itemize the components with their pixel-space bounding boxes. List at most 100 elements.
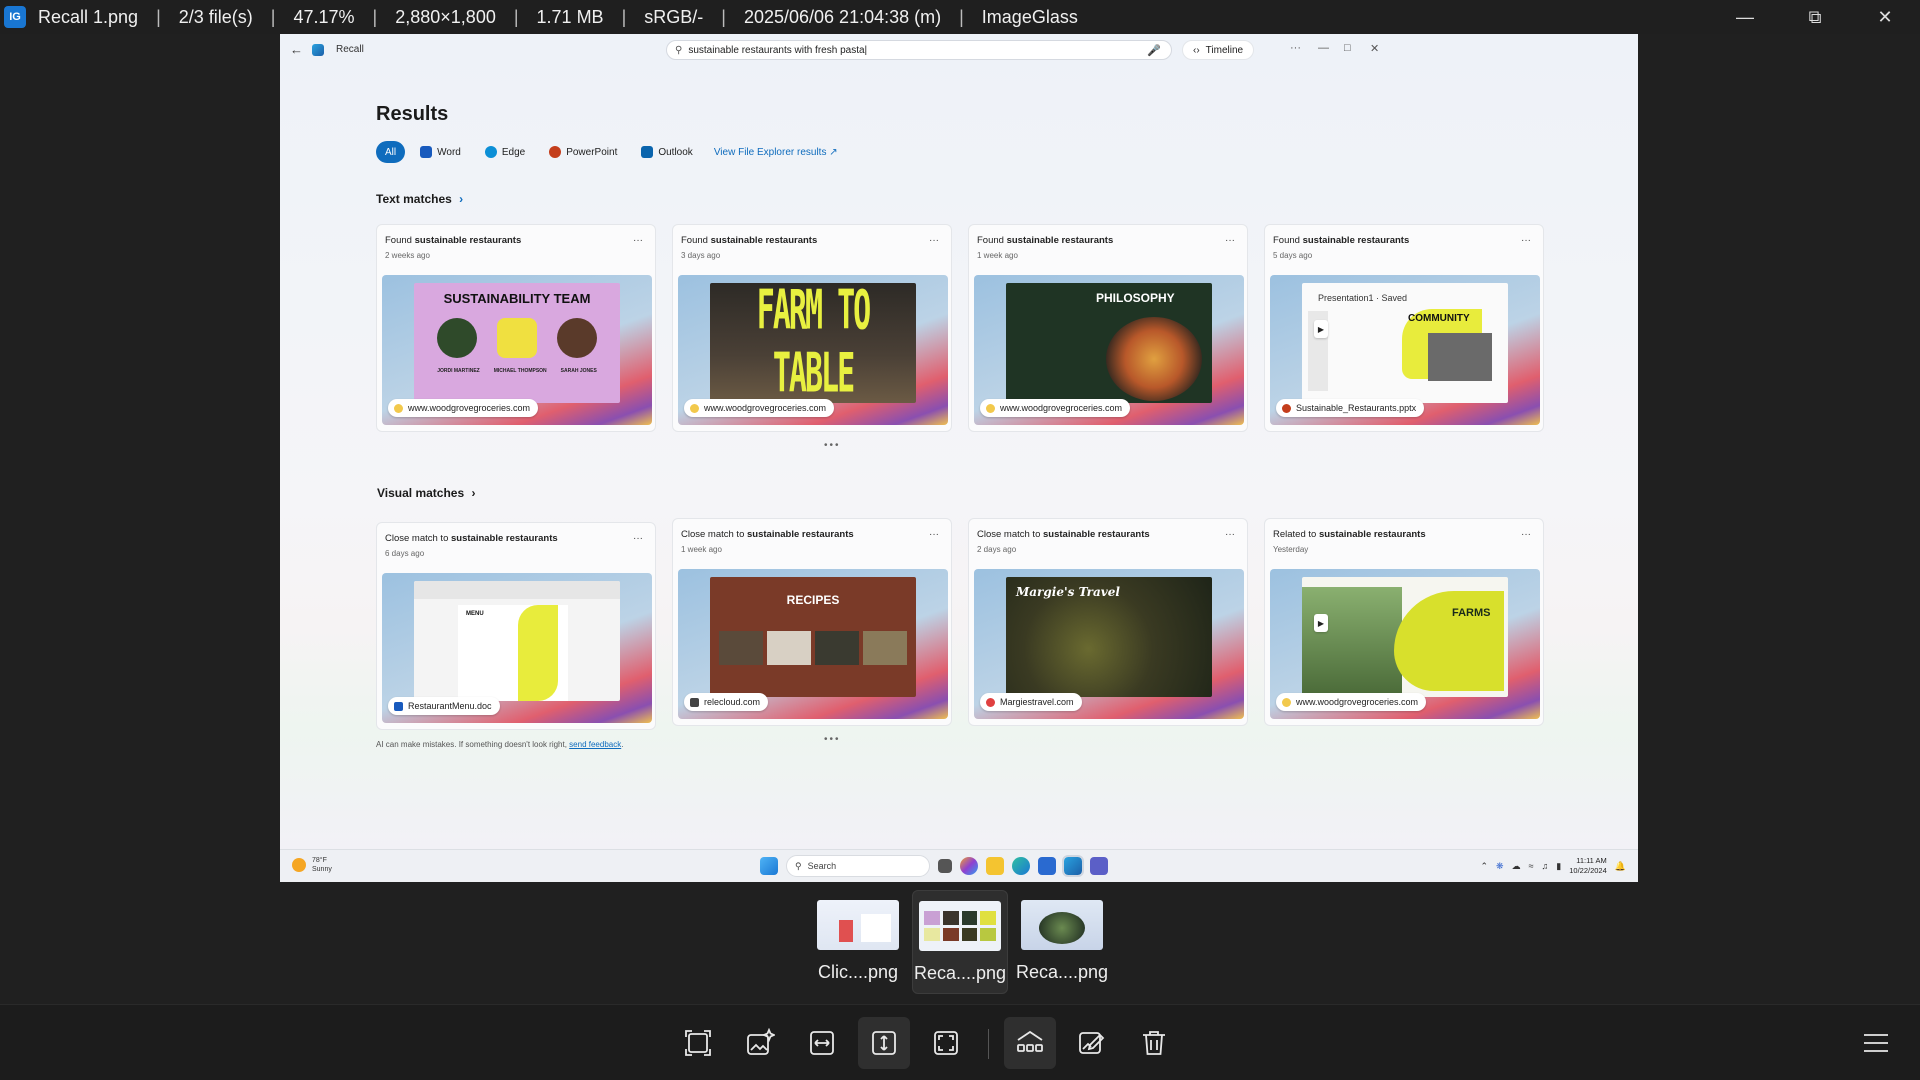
text-match-card[interactable]: Found sustainable restaurants 5 days ago…: [1264, 224, 1544, 432]
card-age: 2 days ago: [977, 545, 1017, 554]
volume-icon[interactable]: ♫: [1542, 861, 1549, 871]
text-matches-heading[interactable]: Text matches ›: [376, 192, 463, 206]
next-arrow-icon[interactable]: ▶: [1314, 614, 1328, 632]
file-explorer-link[interactable]: View File Explorer results ↗: [714, 147, 838, 158]
card-thumbnail[interactable]: SUSTAINABILITY TEAM JORDI MARTINEZ MICHA…: [382, 275, 652, 425]
carousel-pager[interactable]: •••: [824, 440, 841, 451]
edge-icon[interactable]: [1012, 857, 1030, 875]
image-viewport[interactable]: ← Recall ⚲ sustainable restaurants with …: [0, 34, 1920, 884]
back-arrow-icon[interactable]: ←: [290, 42, 303, 57]
more-options-icon[interactable]: ···: [1225, 235, 1235, 246]
next-arrow-icon[interactable]: ▶: [1314, 320, 1328, 338]
results-heading: Results: [376, 103, 449, 125]
more-options-icon[interactable]: ···: [929, 529, 939, 540]
battery-icon[interactable]: ▮: [1556, 861, 1561, 872]
card-thumbnail[interactable]: MENU RestaurantMenu.doc: [382, 573, 652, 723]
card-thumbnail[interactable]: RECIPES relecloud.com: [678, 569, 948, 719]
file-explorer-icon[interactable]: [986, 857, 1004, 875]
taskbar-apps: ⚲ Search: [760, 855, 1108, 877]
teams-icon[interactable]: [1090, 857, 1108, 875]
visual-match-card[interactable]: Related to sustainable restaurants Yeste…: [1264, 518, 1544, 726]
gallery-item[interactable]: Reca....png: [1014, 890, 1110, 994]
person-name: JORDI MARTINEZ: [437, 368, 480, 374]
recall-icon[interactable]: [1062, 855, 1084, 877]
copilot-icon[interactable]: [960, 857, 978, 875]
card-thumbnail[interactable]: Margie's Travel Margiestravel.com: [974, 569, 1244, 719]
recall-more-icon[interactable]: ···: [1290, 42, 1301, 54]
taskbar-clock[interactable]: 11:11 AM 10/22/2024: [1569, 856, 1607, 876]
filter-outlook[interactable]: Outlook: [632, 141, 701, 163]
text-match-card[interactable]: Found sustainable restaurants 2 weeks ag…: [376, 224, 656, 432]
main-menu-button[interactable]: [1850, 1017, 1902, 1069]
onedrive-icon[interactable]: ☁: [1512, 861, 1521, 872]
chevron-up-icon[interactable]: ⌃: [1480, 861, 1488, 872]
source-label: www.woodgrovegroceries.com: [704, 403, 827, 413]
filter-powerpoint[interactable]: PowerPoint: [540, 141, 626, 163]
filter-label: Edge: [501, 146, 526, 158]
visual-matches-heading[interactable]: Visual matches ›: [377, 486, 476, 500]
crop-button[interactable]: [672, 1017, 724, 1069]
close-icon: ✕: [1877, 6, 1893, 27]
separator: |: [270, 6, 276, 27]
imageglass-app-icon[interactable]: IG: [4, 6, 26, 28]
network-icon[interactable]: ❋: [1496, 861, 1504, 872]
task-view-icon[interactable]: [938, 859, 952, 873]
more-options-icon[interactable]: ···: [1521, 529, 1531, 540]
text-match-card[interactable]: Found sustainable restaurants 3 days ago…: [672, 224, 952, 432]
taskbar-search[interactable]: ⚲ Search: [786, 855, 930, 877]
gallery-item-active[interactable]: Reca....png: [912, 890, 1008, 994]
more-options-icon[interactable]: ···: [633, 533, 643, 544]
search-icon: ⚲: [675, 44, 683, 56]
card-thumbnail[interactable]: FARM TO TABLE www.woodgrovegroceries.com: [678, 275, 948, 425]
minimize-button[interactable]: —: [1710, 0, 1780, 34]
recall-search-input[interactable]: ⚲ sustainable restaurants with fresh pas…: [666, 40, 1172, 60]
source-badge: Margiestravel.com: [980, 693, 1082, 711]
card-caption: Found sustainable restaurants: [385, 235, 625, 246]
card-thumbnail[interactable]: Presentation1 · Saved COMMUNITY Sustaina…: [1270, 275, 1540, 425]
edit-image-button[interactable]: [1066, 1017, 1118, 1069]
recall-maximize-icon[interactable]: □: [1344, 42, 1351, 54]
card-thumbnail[interactable]: PHILOSOPHY www.woodgrovegroceries.com: [974, 275, 1244, 425]
send-feedback-link[interactable]: send feedback: [569, 740, 621, 749]
filter-word[interactable]: Word: [411, 141, 470, 163]
restore-button[interactable]: ⧉: [1780, 0, 1850, 34]
close-button[interactable]: ✕: [1850, 0, 1920, 34]
filter-label: All: [385, 146, 397, 158]
website-icon: [394, 403, 403, 413]
weather-widget[interactable]: 78°F Sunny: [292, 856, 332, 874]
windows-start-icon[interactable]: [760, 857, 778, 875]
timeline-button[interactable]: ‹› Timeline: [1182, 40, 1255, 60]
visual-match-card[interactable]: Close match to sustainable restaurants 6…: [376, 522, 656, 730]
filter-all[interactable]: All: [376, 141, 406, 163]
section-label: Text matches: [376, 192, 452, 206]
recall-minimize-icon[interactable]: —: [1318, 42, 1329, 54]
separator: |: [513, 6, 519, 27]
word-icon: [420, 146, 433, 158]
gallery-button[interactable]: [1004, 1017, 1056, 1069]
delete-button[interactable]: [1128, 1017, 1180, 1069]
clock-time: 11:11 AM: [1576, 856, 1607, 865]
store-icon[interactable]: [1038, 857, 1056, 875]
recall-close-icon[interactable]: ✕: [1370, 42, 1379, 55]
fit-height-button[interactable]: [858, 1017, 910, 1069]
text-match-card[interactable]: Found sustainable restaurants 1 week ago…: [968, 224, 1248, 432]
more-options-icon[interactable]: ···: [1225, 529, 1235, 540]
carousel-pager[interactable]: •••: [824, 734, 841, 745]
wifi-icon[interactable]: ≈: [1529, 861, 1534, 871]
more-options-icon[interactable]: ···: [1521, 235, 1531, 246]
visual-match-card[interactable]: Close match to sustainable restaurants 1…: [672, 518, 952, 726]
gallery-item[interactable]: Clic....png: [810, 890, 906, 994]
notification-bell-icon[interactable]: 🔔: [1615, 861, 1626, 872]
card-thumbnail[interactable]: FARMS www.woodgrovegroceries.com: [1270, 569, 1540, 719]
slide-preview: FARM TO TABLE: [710, 283, 916, 403]
full-screen-button[interactable]: [920, 1017, 972, 1069]
thumbnail-card: [961, 911, 978, 925]
visual-match-card[interactable]: Close match to sustainable restaurants 2…: [968, 518, 1248, 726]
ai-edit-button[interactable]: [734, 1017, 786, 1069]
more-options-icon[interactable]: ···: [929, 235, 939, 246]
more-options-icon[interactable]: ···: [633, 235, 643, 246]
microphone-icon[interactable]: 🎤: [1147, 44, 1161, 57]
food-photo: [1106, 317, 1202, 401]
fit-width-button[interactable]: [796, 1017, 848, 1069]
filter-edge[interactable]: Edge: [476, 141, 534, 163]
